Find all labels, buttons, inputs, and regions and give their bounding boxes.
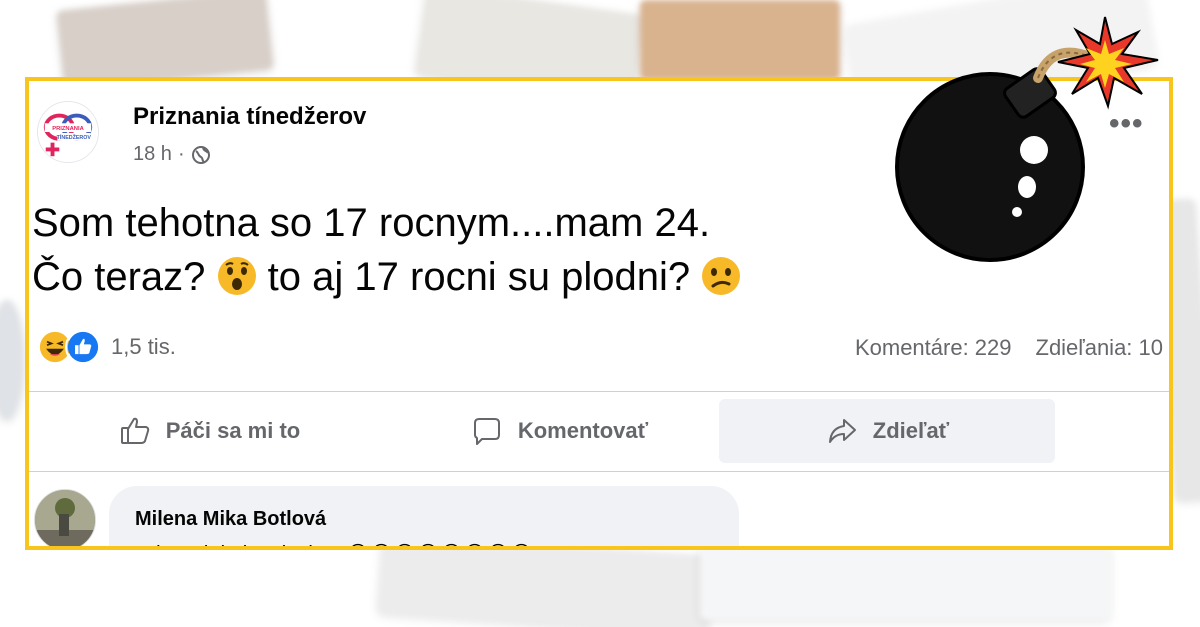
reaction-count: 1,5 tis. (111, 334, 176, 359)
bomb-icon (895, 16, 1159, 262)
background-card (0, 300, 24, 420)
svg-text:PRIZNANIA: PRIZNANIA (52, 126, 84, 132)
page-name[interactable]: Priznania tínedžerov (133, 103, 366, 131)
post-text: Som tehotna so 17 rocnym....mam 24. Čo t… (32, 196, 741, 304)
post-meta: 18 h · (133, 143, 211, 166)
svg-text:TÍNEDŽEROV: TÍNEDŽEROV (57, 133, 92, 141)
post-text-line-2: Čo teraz? to aj 17 rocni su plodni? (32, 250, 741, 304)
divider (29, 471, 1169, 472)
share-label: Zdieľať (872, 418, 950, 443)
comment-author[interactable]: Milena Mika Botlová (135, 508, 739, 531)
background-card (700, 545, 1110, 620)
confused-emoji-icon (702, 257, 741, 295)
engagement-counts: Komentáre: 229 Zdieľania: 10 (855, 335, 1163, 361)
divider (29, 391, 1169, 392)
post-time[interactable]: 18 h (133, 143, 172, 166)
share-button[interactable]: Zdieľať (719, 399, 1055, 463)
comment-label: Komentovať (517, 418, 649, 443)
reaction-summary[interactable]: 1,5 tis. (37, 329, 176, 365)
like-button[interactable]: Páči sa mi to (79, 399, 339, 463)
share-arrow-icon (828, 419, 856, 443)
comment-button[interactable]: Komentovať (424, 399, 694, 463)
background-card (640, 0, 840, 80)
commenter-photo (35, 490, 95, 546)
comments-count[interactable]: Komentáre: 229 (855, 335, 1012, 361)
comment-text: Tak tu si riadne rieglo... 😂😂😂😂😂😂😂😂 (135, 541, 739, 546)
like-reaction-icon (65, 329, 101, 365)
globe-icon (191, 145, 210, 164)
commenter-avatar[interactable] (34, 489, 96, 546)
post-text-continuation: to aj 17 rocni su plodni? (267, 255, 691, 299)
meta-separator: · (177, 143, 185, 165)
speech-bubble-icon (473, 418, 500, 445)
post-text-line-1: Som tehotna so 17 rocnym....mam 24. (32, 201, 711, 245)
page-avatar[interactable]: PRIZNANIA TÍNEDŽEROV (37, 101, 99, 163)
page-logo-icon: PRIZNANIA TÍNEDŽEROV (38, 102, 98, 162)
shares-count[interactable]: Zdieľania: 10 (1036, 335, 1164, 361)
thumbs-up-icon (120, 417, 149, 444)
post-text-question: Čo teraz? (32, 255, 206, 299)
surprised-emoji-icon (217, 257, 256, 295)
comment-bubble: Milena Mika Botlová Tak tu si riadne rie… (109, 486, 739, 546)
like-label: Páči sa mi to (165, 418, 301, 443)
